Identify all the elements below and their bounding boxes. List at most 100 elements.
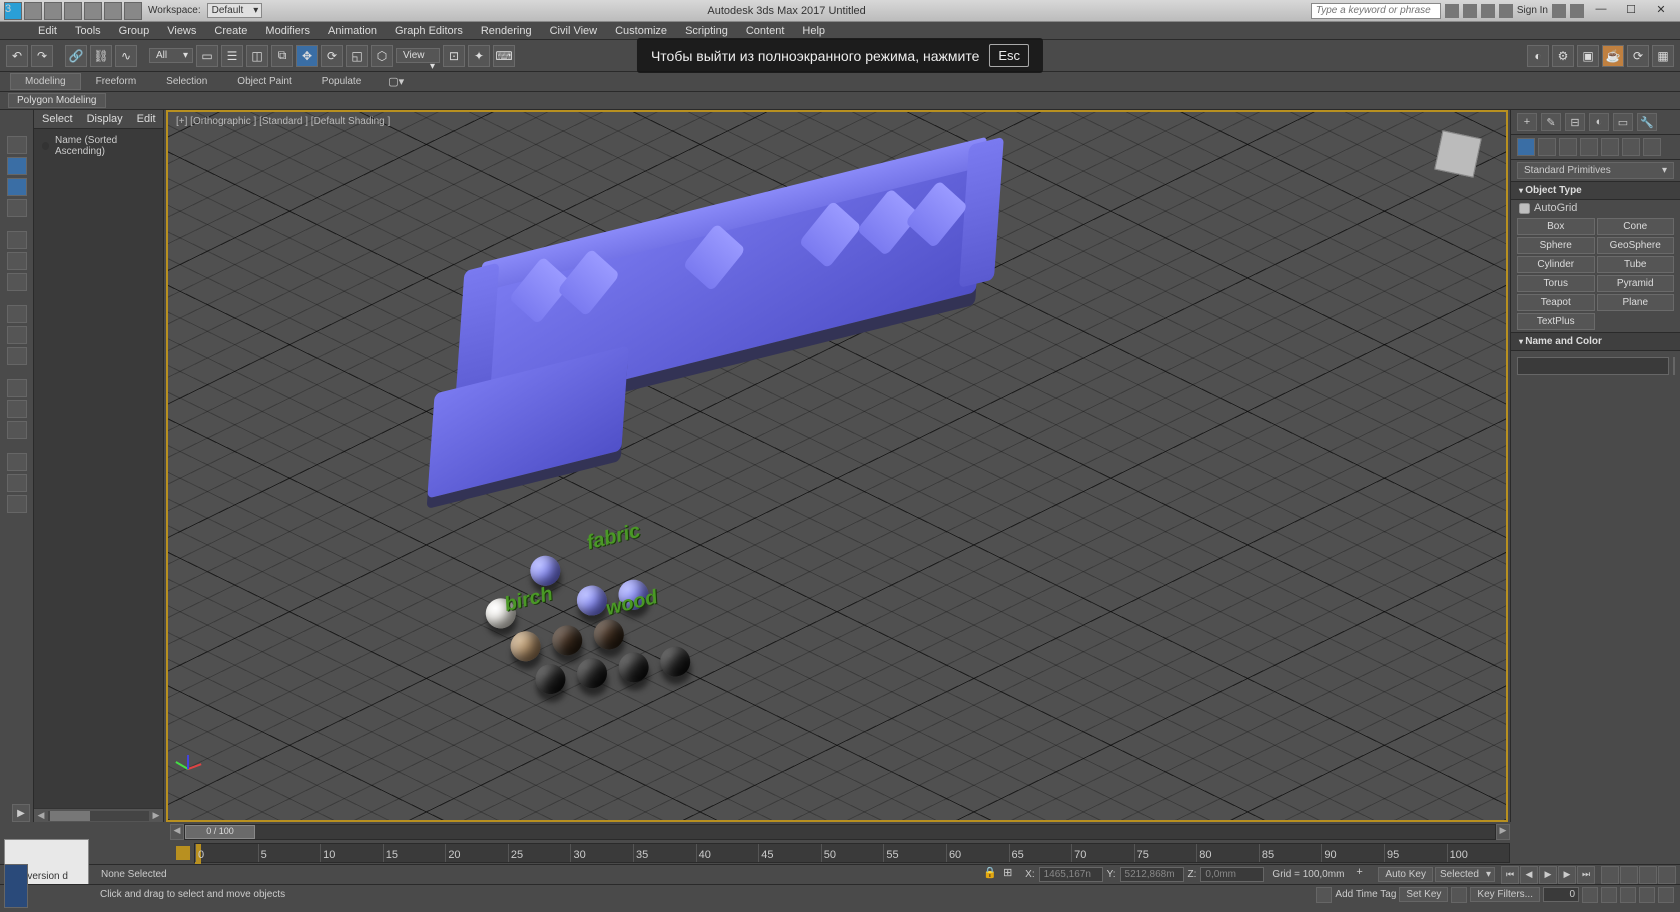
undo-button[interactable]: ↶: [6, 45, 28, 67]
selection-filter-combo[interactable]: All: [149, 48, 193, 63]
menu-scripting[interactable]: Scripting: [677, 24, 736, 38]
viewport-perspective[interactable]: [+] [Orthographic ] [Standard ] [Default…: [166, 110, 1508, 822]
manipulate-button[interactable]: ✦: [468, 45, 490, 67]
exchange-icon[interactable]: [1552, 4, 1566, 18]
timeslider-next[interactable]: ▶: [1496, 824, 1510, 840]
material-editor-button[interactable]: ◐: [1527, 45, 1549, 67]
se-icon-7[interactable]: [7, 273, 27, 291]
material-ball[interactable]: [617, 650, 651, 684]
geometry-subcategory-combo[interactable]: Standard Primitives: [1517, 162, 1674, 179]
coord-x-input[interactable]: 1465,167n: [1039, 867, 1103, 882]
maxscript-mini-listener[interactable]: [4, 864, 28, 908]
ref-coord-combo[interactable]: View: [396, 48, 440, 63]
material-ball[interactable]: [550, 623, 584, 657]
se-icon-14[interactable]: [7, 453, 27, 471]
ribbon-tab-modeling[interactable]: Modeling: [10, 73, 81, 90]
menu-modifiers[interactable]: Modifiers: [257, 24, 318, 38]
scene-explorer-expand-icon[interactable]: ▶: [12, 804, 30, 822]
infocenter-icon[interactable]: [1445, 4, 1459, 18]
autogrid-checkbox[interactable]: AutoGrid: [1511, 200, 1680, 216]
menu-animation[interactable]: Animation: [320, 24, 385, 38]
placement-button[interactable]: ⬡: [371, 45, 393, 67]
rollout-objecttype[interactable]: Object Type: [1511, 181, 1680, 200]
keyfilters-icon[interactable]: [1451, 887, 1467, 903]
timeslider-track[interactable]: 0 / 100: [184, 824, 1496, 840]
star-icon[interactable]: [1463, 4, 1477, 18]
se-icon-1[interactable]: [7, 136, 27, 154]
se-tab-display[interactable]: Display: [87, 113, 123, 125]
object-name-input[interactable]: [1517, 357, 1669, 375]
prev-frame-button[interactable]: ◀: [1520, 866, 1538, 884]
selection-lock-icon[interactable]: 🔒: [983, 866, 1001, 884]
se-tab-select[interactable]: Select: [42, 113, 73, 125]
nav-zoom-icon[interactable]: [1601, 866, 1619, 884]
cp-modify-icon[interactable]: ✎: [1541, 113, 1561, 131]
se-icon-10[interactable]: [7, 347, 27, 365]
keymode-combo[interactable]: Selected: [1435, 867, 1495, 882]
timeconfig-icon[interactable]: [1582, 887, 1598, 903]
create-geosphere-button[interactable]: GeoSphere: [1597, 237, 1675, 254]
scroll-left-icon[interactable]: ◀: [34, 810, 48, 821]
nav-walk-icon[interactable]: [1639, 887, 1655, 903]
cat-spacewarps-icon[interactable]: [1622, 138, 1640, 156]
rendered-frame-button[interactable]: ▣: [1577, 45, 1599, 67]
menu-rendering[interactable]: Rendering: [473, 24, 540, 38]
create-teapot-button[interactable]: Teapot: [1517, 294, 1595, 311]
setkey-button[interactable]: Set Key: [1399, 887, 1448, 902]
keyfilters-button[interactable]: Key Filters...: [1470, 887, 1540, 902]
qat-new-icon[interactable]: [24, 2, 42, 20]
nav-zoomext-icon[interactable]: [1639, 866, 1657, 884]
cat-helpers-icon[interactable]: [1601, 138, 1619, 156]
trackbar-ruler[interactable]: 0 5 10 15 20 25 30 35 40 45 50 55 60 65 …: [194, 843, 1510, 863]
create-cylinder-button[interactable]: Cylinder: [1517, 256, 1595, 273]
ribbon-show-dropdown[interactable]: ▢▾: [382, 75, 410, 88]
render-iterative-button[interactable]: ⟳: [1627, 45, 1649, 67]
se-icon-6[interactable]: [7, 252, 27, 270]
se-icon-13[interactable]: [7, 421, 27, 439]
se-icon-2[interactable]: [7, 157, 27, 175]
create-textplus-button[interactable]: TextPlus: [1517, 313, 1595, 330]
cp-hierarchy-icon[interactable]: ⊟: [1565, 113, 1585, 131]
create-torus-button[interactable]: Torus: [1517, 275, 1595, 292]
goto-start-button[interactable]: ⏮: [1501, 866, 1519, 884]
nav-fov-icon[interactable]: [1658, 866, 1676, 884]
scroll-thumb[interactable]: [50, 811, 90, 821]
qat-project-icon[interactable]: [124, 2, 142, 20]
se-icon-5[interactable]: [7, 231, 27, 249]
qat-undo-icon[interactable]: [84, 2, 102, 20]
viewport-label[interactable]: [+] [Orthographic ] [Standard ] [Default…: [176, 116, 390, 127]
scale-button[interactable]: ◱: [346, 45, 368, 67]
create-pyramid-button[interactable]: Pyramid: [1597, 275, 1675, 292]
viewcube[interactable]: [1430, 126, 1486, 182]
qat-redo-icon[interactable]: [104, 2, 122, 20]
move-button[interactable]: ✥: [296, 45, 318, 67]
menu-views[interactable]: Views: [159, 24, 204, 38]
keyboard-shortcut-button[interactable]: ⌨: [493, 45, 515, 67]
coord-z-input[interactable]: 0,0mm: [1200, 867, 1264, 882]
timeslider-thumb[interactable]: 0 / 100: [185, 825, 255, 839]
rotate-button[interactable]: ⟳: [321, 45, 343, 67]
scene-column-header[interactable]: Name (Sorted Ascending): [34, 129, 163, 163]
se-tab-edit[interactable]: Edit: [137, 113, 156, 125]
create-cone-button[interactable]: Cone: [1597, 218, 1675, 235]
se-icon-9[interactable]: [7, 326, 27, 344]
menu-create[interactable]: Create: [206, 24, 255, 38]
menu-help[interactable]: Help: [794, 24, 833, 38]
window-minimize[interactable]: —: [1588, 3, 1614, 19]
cp-motion-icon[interactable]: ◐: [1589, 113, 1609, 131]
unlink-button[interactable]: ⛓: [90, 45, 112, 67]
material-ball[interactable]: [533, 662, 567, 696]
timeslider-prev[interactable]: ◀: [170, 824, 184, 840]
cp-create-icon[interactable]: +: [1517, 113, 1537, 131]
bind-spacewarp-button[interactable]: ∿: [115, 45, 137, 67]
goto-end-button[interactable]: ⏭: [1577, 866, 1595, 884]
window-close[interactable]: ✕: [1648, 3, 1674, 19]
cloud-icon[interactable]: [1481, 4, 1495, 18]
object-color-swatch[interactable]: [1673, 357, 1675, 375]
current-frame-spinner[interactable]: 0: [1543, 887, 1579, 902]
ribbon-panel-polygonmodeling[interactable]: Polygon Modeling: [8, 93, 106, 108]
create-plane-button[interactable]: Plane: [1597, 294, 1675, 311]
nav-orbit-icon[interactable]: [1620, 887, 1636, 903]
material-ball[interactable]: [509, 629, 543, 663]
rollout-namecolor[interactable]: Name and Color: [1511, 332, 1680, 351]
